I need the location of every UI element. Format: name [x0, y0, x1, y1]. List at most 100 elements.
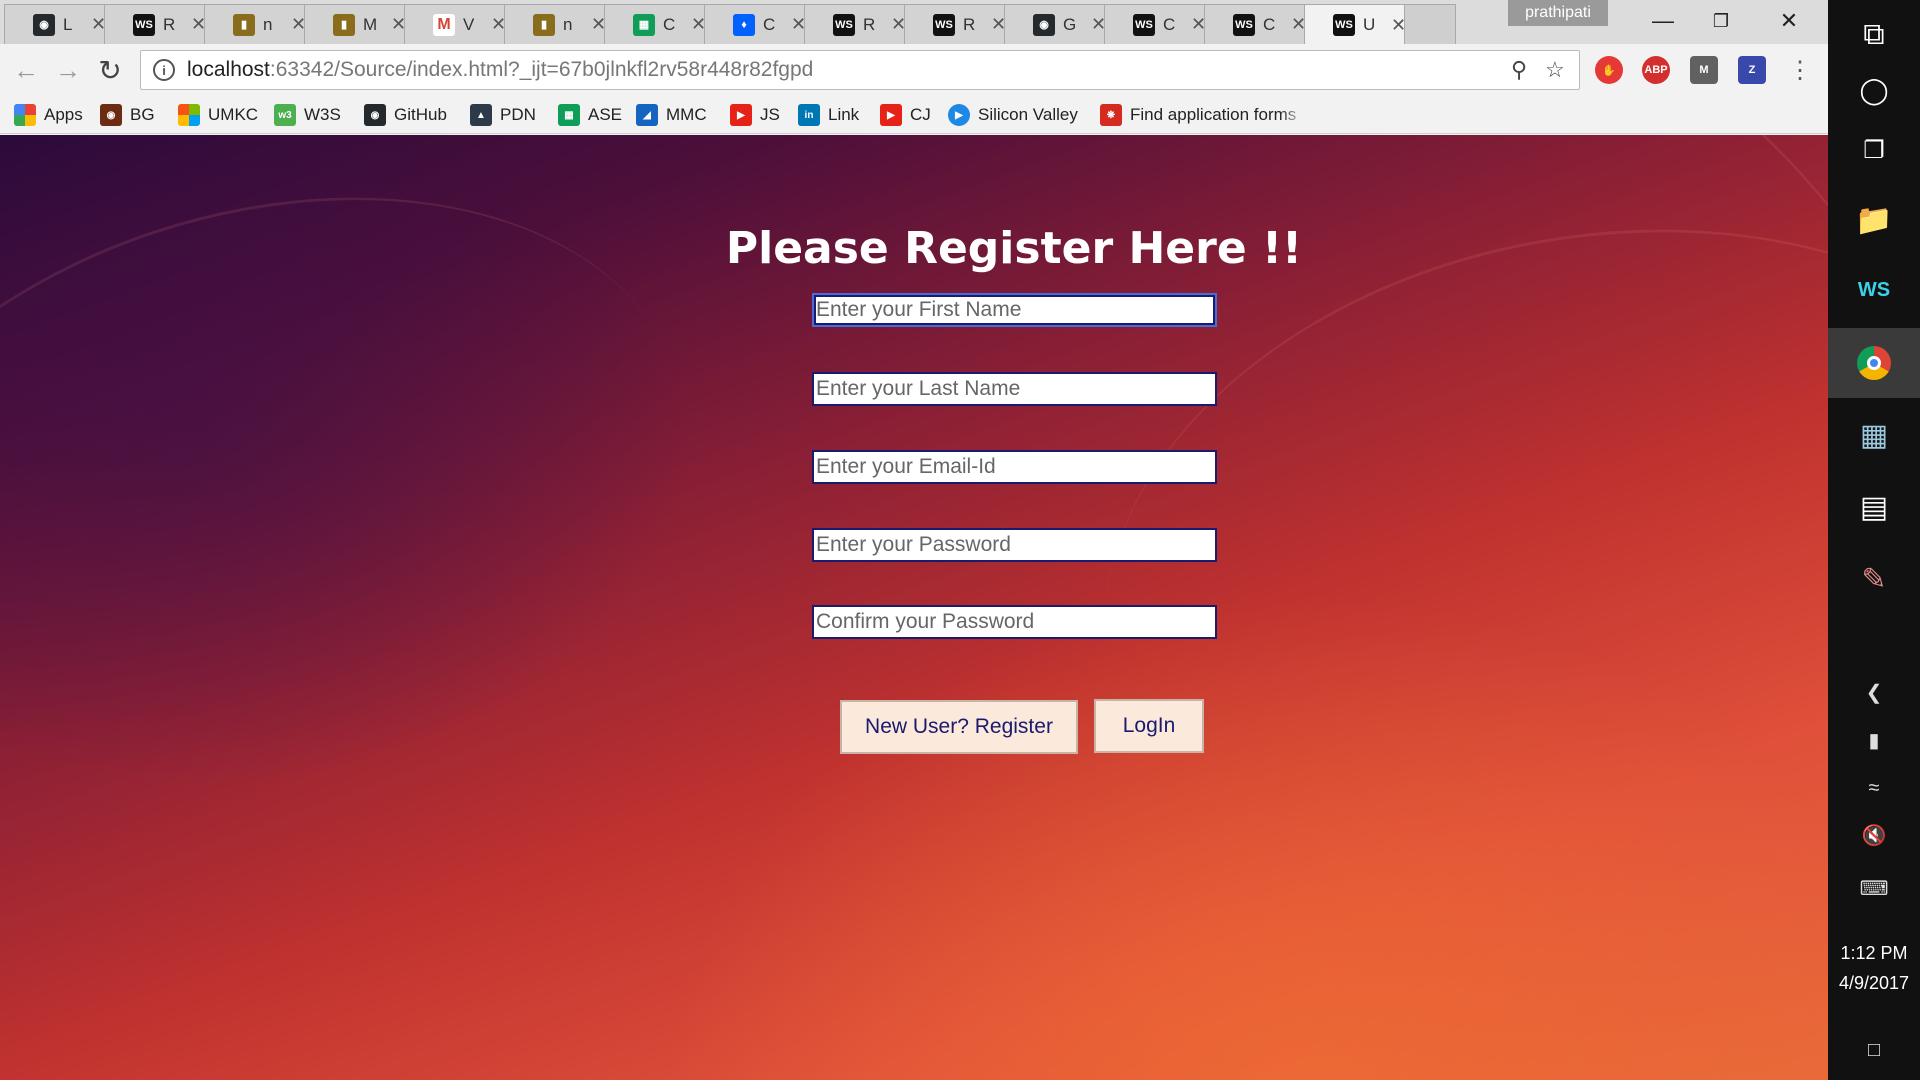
extension-z-icon[interactable]: Z: [1738, 56, 1766, 84]
browser-tab[interactable]: WS R ✕: [104, 4, 212, 44]
youtube-icon: ▶: [730, 104, 752, 126]
system-clock[interactable]: 1:12 PM 4/9/2017: [1828, 938, 1920, 998]
tab-inner: ◉ G ✕: [1005, 5, 1111, 44]
address-bar[interactable]: i localhost:63342/Source/index.html?_ijt…: [140, 50, 1580, 90]
tab-title: C: [1163, 14, 1176, 34]
browser-tab[interactable]: ◉ G ✕: [1004, 4, 1112, 44]
tab-title: G: [1063, 14, 1077, 34]
bookmarks-bar: Apps ◉ BG UMKC w3 W3S ◉ GitHub ▲ PDN ▦ ASE ◢ M…: [0, 96, 1828, 134]
youtube-icon: ▶: [880, 104, 902, 126]
bookmark-item[interactable]: UMKC: [178, 102, 258, 128]
browser-tab[interactable]: ▮ n ✕: [504, 4, 612, 44]
reload-icon[interactable]: ↻: [94, 54, 126, 86]
bookmark-item[interactable]: ◉ GitHub: [364, 102, 447, 128]
adblock-stop-icon[interactable]: ✋: [1595, 56, 1623, 84]
browser-tab[interactable]: ▦ C ✕: [604, 4, 712, 44]
file-explorer-icon[interactable]: 📁: [1828, 185, 1920, 255]
bookmark-star-icon[interactable]: ☆: [1545, 57, 1565, 83]
extension-m-icon[interactable]: M: [1690, 56, 1718, 84]
wifi-icon[interactable]: ≈: [1828, 768, 1920, 808]
confirm-password-field[interactable]: [812, 605, 1217, 639]
restore-icon[interactable]: ❐: [1698, 4, 1744, 38]
new-tab-button[interactable]: [1404, 4, 1456, 44]
bookmark-item[interactable]: ▶ JS: [730, 102, 780, 128]
webstorm-icon: WS: [1333, 14, 1355, 36]
paint-app-icon[interactable]: ✎: [1828, 544, 1920, 614]
browser-tab[interactable]: ◉ L ✕: [4, 4, 112, 44]
bookmark-item[interactable]: ❋ Find application forms: [1100, 102, 1306, 128]
browser-tab[interactable]: ▮ M ✕: [304, 4, 412, 44]
node-icon: ▮: [533, 13, 555, 36]
close-icon[interactable]: ✕: [1766, 4, 1812, 38]
keyboard-icon[interactable]: ⌨: [1828, 868, 1920, 908]
tab-title: C: [763, 14, 776, 34]
tab-title: R: [963, 14, 976, 34]
pdn-icon: ▲: [470, 104, 492, 126]
photos-app-icon[interactable]: ▤: [1828, 472, 1920, 542]
browser-tab[interactable]: WS R ✕: [804, 4, 912, 44]
bookmark-item[interactable]: ▲ PDN: [470, 102, 536, 128]
windows-logo-icon: [178, 104, 200, 126]
tab-title: R: [863, 14, 876, 34]
webstorm-taskbar-icon[interactable]: WS: [1828, 255, 1920, 325]
back-icon[interactable]: ←: [10, 54, 42, 86]
password-field[interactable]: [812, 528, 1217, 562]
chrome-taskbar-icon[interactable]: [1828, 328, 1920, 398]
browser-tab[interactable]: ▮ n ✕: [204, 4, 312, 44]
bookmark-label: JS: [760, 105, 780, 124]
url-path: :63342/Source/index.html?_ijt=67b0jlnkfl…: [269, 58, 814, 81]
webstorm-icon: WS: [1133, 13, 1155, 36]
zoom-search-icon[interactable]: ⚲: [1511, 57, 1527, 83]
chrome-logo-icon: [1857, 346, 1891, 380]
apps-grid-icon: [14, 104, 36, 126]
profile-button[interactable]: prathipati: [1508, 0, 1608, 26]
webstorm-icon: WS: [933, 13, 955, 36]
chevron-left-icon[interactable]: ❮: [1828, 672, 1920, 712]
menu-kebab-icon[interactable]: ⋮: [1784, 54, 1816, 86]
bookmark-label: Silicon Valley: [978, 105, 1078, 124]
bookmark-item[interactable]: ▦ ASE: [558, 102, 622, 128]
tab-inner: WS U ✕: [1305, 5, 1411, 45]
tab-title: n: [263, 14, 273, 34]
tab-inner: M V ✕: [405, 5, 511, 44]
browser-tab[interactable]: M V ✕: [404, 4, 512, 44]
email-field[interactable]: [812, 450, 1217, 484]
volume-mute-icon[interactable]: 🔇: [1828, 815, 1920, 855]
browser-tab[interactable]: WS R ✕: [904, 4, 1012, 44]
github-icon: ◉: [33, 13, 55, 36]
bookmark-item[interactable]: w3 W3S: [274, 102, 341, 128]
bookmark-item[interactable]: in Link: [798, 102, 859, 128]
bookmark-item[interactable]: ▶ CJ: [880, 102, 931, 128]
tab-inner: ▦ C ✕: [605, 5, 711, 44]
browser-tab[interactable]: WS U ✕: [1304, 4, 1412, 45]
bookmark-item[interactable]: ◉ BG: [100, 102, 155, 128]
battery-icon[interactable]: ▮: [1828, 720, 1920, 760]
register-button[interactable]: New User? Register: [840, 700, 1078, 754]
tab-title: C: [663, 14, 676, 34]
bookmark-item[interactable]: ▶ Silicon Valley: [948, 102, 1078, 128]
bookmark-label: Find application forms: [1130, 105, 1297, 124]
webstorm-icon: WS: [1233, 13, 1255, 36]
last-name-field[interactable]: [812, 372, 1217, 406]
login-button[interactable]: LogIn: [1094, 699, 1204, 753]
chrome-window: ◉ L ✕ WS R ✕ ▮ n ✕ ▮ M ✕ M V ✕ ▮ n ✕ ▦ C…: [0, 0, 1828, 1080]
tab-inner: ▮ n ✕: [505, 5, 611, 44]
sheets-icon: ▦: [633, 13, 655, 36]
browser-tab[interactable]: WS C ✕: [1204, 4, 1312, 44]
sheets-icon: ▦: [558, 104, 580, 126]
tab-inner: WS R ✕: [805, 5, 911, 44]
action-center-icon[interactable]: □: [1828, 1030, 1920, 1070]
minimize-icon[interactable]: —: [1640, 4, 1686, 38]
page-content: Please Register Here !! New User? Regist…: [0, 135, 1828, 1080]
forward-icon[interactable]: →: [52, 54, 84, 86]
bookmark-item[interactable]: ◢ MMC: [636, 102, 707, 128]
first-name-field[interactable]: [812, 293, 1217, 327]
browser-tab[interactable]: ♦ C ✕: [704, 4, 812, 44]
bookmark-item[interactable]: Apps: [14, 102, 83, 128]
browser-tab[interactable]: WS C ✕: [1104, 4, 1212, 44]
info-icon[interactable]: i: [153, 59, 175, 81]
abp-icon[interactable]: ABP: [1642, 56, 1670, 84]
tab-strip: ◉ L ✕ WS R ✕ ▮ n ✕ ▮ M ✕ M V ✕ ▮ n ✕ ▦ C…: [0, 0, 1828, 45]
task-view-icon[interactable]: ❐: [1828, 115, 1920, 185]
notes-app-icon[interactable]: ▦: [1828, 400, 1920, 470]
